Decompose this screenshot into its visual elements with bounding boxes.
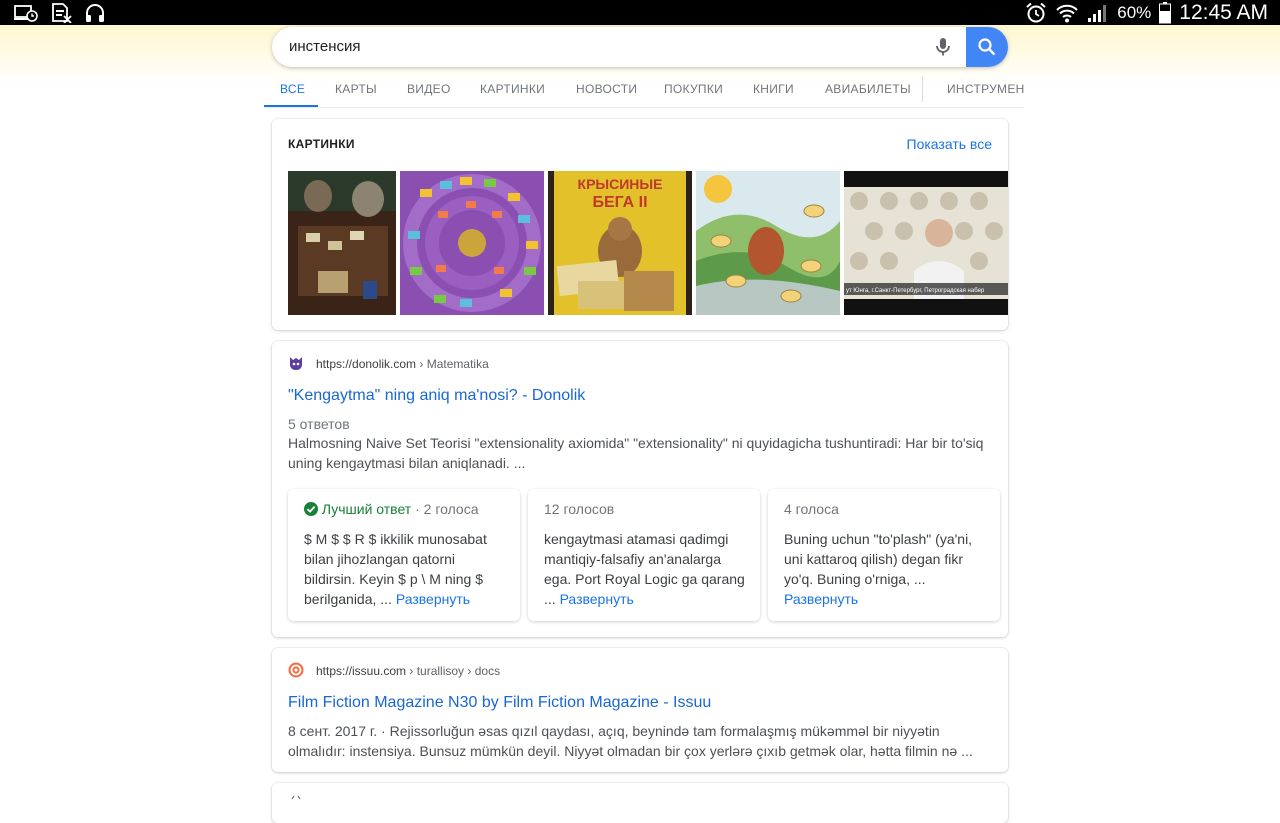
search-tabs: ВСЕ КАРТЫ ВИДЕО КАРТИНКИ НОВОСТИ ПОКУПКИ… <box>264 70 1024 108</box>
tab-shopping[interactable]: ПОКУПКИ <box>664 70 723 108</box>
battery-icon <box>1159 1 1172 23</box>
result-source: https://donolik.com › Matematika <box>316 357 489 371</box>
alarm-icon <box>1026 2 1046 22</box>
wifi-icon <box>1056 4 1078 22</box>
result-card-issuu: https://issuu.com › turallisoy › docs Fi… <box>272 648 1008 772</box>
tab-divider <box>922 76 923 102</box>
thumb-title-line1: КРЫСИНЫЕ <box>578 176 663 192</box>
image-thumbnail-5[interactable]: ут Юнга, г.Санкт-Петербург, Петроградска… <box>844 171 1008 315</box>
tab-maps[interactable]: КАРТЫ <box>335 70 377 108</box>
result-snippet: Halmosning Naive Set Teorisi "extensiona… <box>288 435 984 471</box>
issuu-favicon-icon <box>288 662 304 678</box>
headphones-icon <box>86 4 104 22</box>
sim-card-x-icon <box>52 3 72 23</box>
tabs-divider <box>264 107 1024 108</box>
result-title-link[interactable]: "Kengaytma" ning aniq ma'nosi? - Donolik <box>288 387 585 405</box>
result-snippet: 8 сент. 2017 г. · Rejissorluğun əsas qız… <box>288 723 973 759</box>
show-all-link[interactable]: Показать все <box>907 136 992 152</box>
result-breadcrumb: › Matematika <box>416 357 489 371</box>
answer-count: 5 ответов <box>288 416 350 432</box>
answer-text: Buning uchun "to'plash" (ya'ni, uni katt… <box>784 529 990 609</box>
tab-all[interactable]: ВСЕ <box>280 70 305 108</box>
search-input[interactable]: инстенсия <box>289 38 361 55</box>
search-box[interactable]: инстенсия <box>272 27 1008 67</box>
image-thumbnail-1[interactable] <box>288 171 396 315</box>
answer-card-1[interactable]: Лучший ответ · 2 голоса $ M $ $ R $ ikki… <box>288 489 520 621</box>
check-circle-icon <box>304 502 318 516</box>
answer-snippet: Buning uchun "to'plash" (ya'ni, uni katt… <box>784 531 973 587</box>
expand-link[interactable]: Развернуть <box>396 591 470 607</box>
next-favicon-icon <box>291 795 301 800</box>
clock: 12:45 AM <box>1179 0 1268 24</box>
donolik-favicon-icon <box>290 357 302 370</box>
search-icon <box>978 38 996 56</box>
answer-text: kengaytmasi atamasi qadimgi mantiqiy-fal… <box>544 529 750 609</box>
image-thumbnail-3[interactable]: КРЫСИНЫЕ БЕГА II <box>548 171 692 315</box>
result-card-next <box>272 783 1008 823</box>
status-bar: 60% 12:45 AM <box>0 0 1280 25</box>
answer-header: Лучший ответ · 2 голоса <box>304 501 479 517</box>
images-card: КАРТИНКИ Показать все КРЫСИНЫЕ БЕГА II у… <box>272 119 1008 330</box>
signal-icon <box>1088 4 1107 22</box>
expand-link[interactable]: Развернуть <box>784 591 858 607</box>
search-button[interactable] <box>966 27 1008 67</box>
result-card-donolik: https://donolik.com › Matematika "Kengay… <box>272 341 1008 637</box>
image-thumbnail-4[interactable] <box>696 171 840 315</box>
result-source: https://issuu.com › turallisoy › docs <box>316 664 500 678</box>
expand-link[interactable]: Развернуть <box>560 591 634 607</box>
microphone-icon[interactable] <box>932 36 954 58</box>
thumb-caption: ут Юнга, г.Санкт-Петербург, Петроградска… <box>846 288 985 294</box>
answer-votes: 4 голоса <box>784 501 839 517</box>
thumb-title-line2: БЕГА II <box>592 194 647 211</box>
answer-card-2[interactable]: 12 голосов kengaytmasi atamasi qadimgi m… <box>528 489 760 621</box>
best-answer-label: Лучший ответ <box>321 501 412 517</box>
result-title-link[interactable]: Film Fiction Magazine N30 by Film Fictio… <box>288 694 711 712</box>
answer-card-3[interactable]: 4 голоса Buning uchun "to'plash" (ya'ni,… <box>768 489 1000 621</box>
tab-tools[interactable]: ИНСТРУМЕН <box>947 70 1024 108</box>
result-breadcrumb: › turallisoy › docs <box>406 664 501 678</box>
screen-timer-icon <box>14 5 38 22</box>
image-thumbnails: КРЫСИНЫЕ БЕГА II ут Юнга, г.Санкт-Петерб… <box>288 171 1008 315</box>
images-card-title: КАРТИНКИ <box>288 137 355 151</box>
result-url: https://donolik.com <box>316 357 417 371</box>
answer-text: $ M $ $ R $ ikkilik munosabat bilan jiho… <box>304 529 510 609</box>
result-url: https://issuu.com <box>316 664 407 678</box>
answer-votes: · 2 голоса <box>411 501 479 517</box>
tab-news[interactable]: НОВОСТИ <box>576 70 637 108</box>
image-thumbnail-2[interactable] <box>400 171 544 315</box>
answer-votes: 12 голосов <box>544 501 615 517</box>
battery-percent: 60% <box>1117 2 1152 22</box>
tab-images[interactable]: КАРТИНКИ <box>480 70 545 108</box>
tab-video[interactable]: ВИДЕО <box>407 70 451 108</box>
tab-books[interactable]: КНИГИ <box>753 70 794 108</box>
tab-flights[interactable]: АВИАБИЛЕТЫ <box>825 70 911 108</box>
